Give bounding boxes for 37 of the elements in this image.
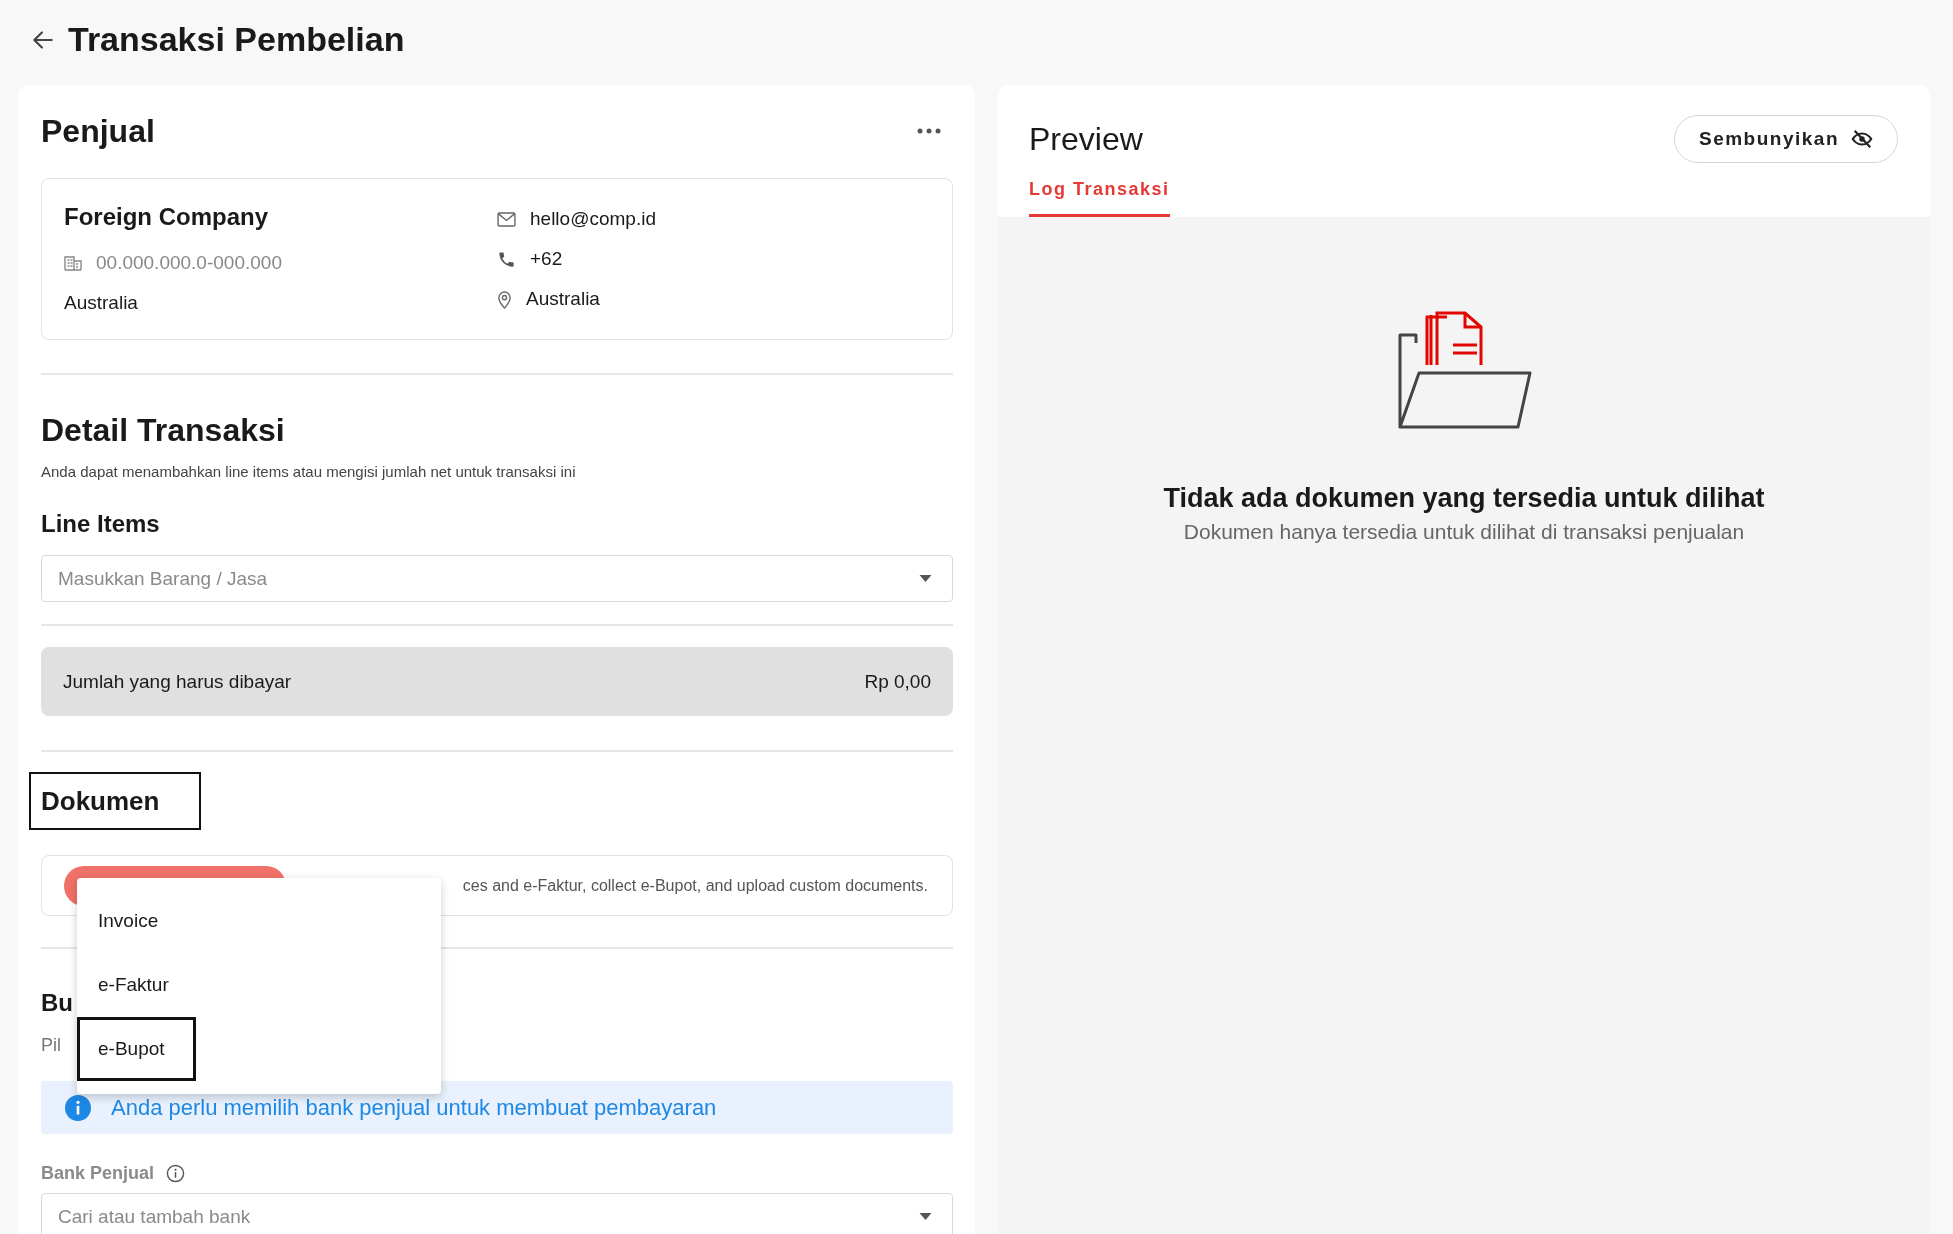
section-title: Detail Transaksi	[41, 411, 285, 450]
document-description: ces and e-Faktur, collect e-Bupot, and upload custom documents.	[462, 876, 928, 895]
section-hint: Pil	[41, 1034, 61, 1057]
field-label: Bank Penjual	[41, 1162, 155, 1184]
section-title[interactable]: Dokumen	[29, 772, 202, 830]
mail-icon	[497, 211, 516, 227]
line-items-select[interactable]: Masukkan Barang / Jasa	[41, 555, 953, 602]
total-amount: Rp 0,00	[864, 670, 931, 693]
section-title: Bu	[41, 988, 73, 1018]
phone-text: +62	[530, 247, 563, 271]
notice-text: Anda perlu memilih bank penjual untuk membuat pembayaran	[111, 1094, 717, 1121]
section-title: Penjual	[41, 112, 155, 151]
tax-id: 00.000.000.0-000.000	[96, 252, 282, 274]
email-text: hello@comp.id	[530, 207, 656, 231]
caret-icon	[919, 1213, 932, 1220]
section-description: Anda dapat menambahkan line items atau mengisi jumlah net untuk transaksi ini	[41, 462, 576, 482]
location-pin-icon	[497, 289, 512, 309]
hide-button[interactable]: Sembunyikan	[1674, 115, 1898, 163]
panel-title: Preview	[1029, 120, 1143, 159]
eye-off-icon	[1851, 128, 1873, 150]
menu-item[interactable]: Invoice	[77, 889, 190, 953]
address-text: Australia	[526, 287, 600, 311]
caret-icon	[919, 575, 932, 582]
more-icon[interactable]	[917, 128, 941, 134]
menu-item[interactable]: e-Faktur	[77, 953, 200, 1017]
menu-item[interactable]: e-Bupot	[77, 1017, 196, 1081]
phone-icon	[497, 249, 516, 269]
country-text: Australia	[64, 291, 138, 315]
page-title: Transaksi Pembelian	[68, 20, 405, 59]
info-icon	[65, 1094, 91, 1121]
empty-subtitle: Dokumen hanya tersedia untuk dilihat di transaksi penjualan	[1183, 520, 1745, 544]
building-icon	[64, 255, 82, 271]
empty-title: Tidak ada dokumen yang tersedia untuk dilihat	[1163, 483, 1765, 514]
field-label: Line Items	[41, 509, 160, 539]
info-icon	[166, 1163, 186, 1183]
company-name: Foreign Company	[64, 202, 268, 232]
total-label: Jumlah yang harus dibayar	[63, 670, 292, 693]
